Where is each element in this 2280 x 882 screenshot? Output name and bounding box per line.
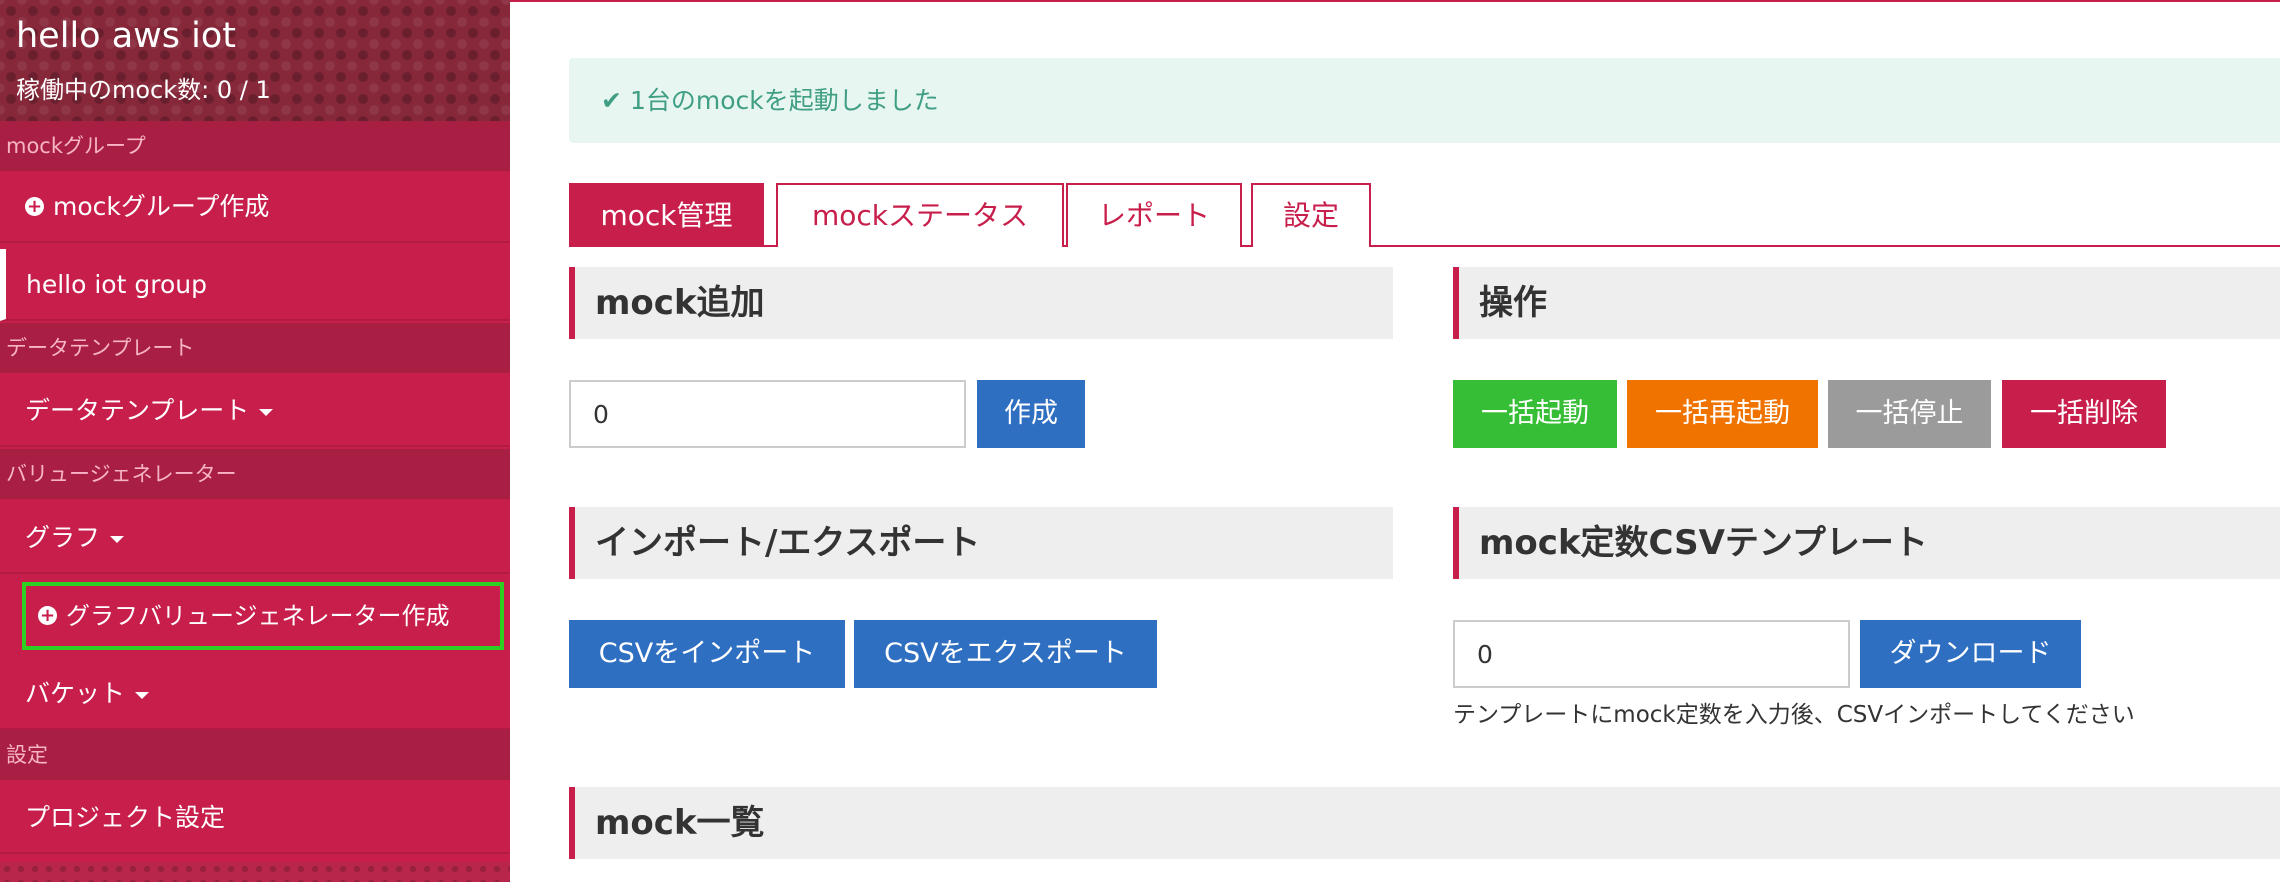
sidebar-item-hello-iot-group[interactable]: hello iot group (0, 249, 510, 321)
download-button[interactable]: ダウンロード (1860, 620, 2081, 688)
sidebar-item-label: mockグループ作成 (53, 192, 270, 221)
plus-circle-icon: + (25, 195, 44, 217)
sidebar-item-label: hello iot group (26, 270, 207, 299)
operations-heading: 操作 (1453, 267, 2280, 339)
sidebar-item-label: グラフバリュージェネレーター作成 (66, 602, 450, 630)
section-mock-group: mockグループ (0, 121, 510, 171)
caret-down-icon (135, 691, 150, 699)
stop-all-button[interactable]: 一括停止 (1828, 380, 1991, 448)
alert-message: 1台のmockを起動しました (629, 86, 939, 115)
caret-down-icon (259, 408, 274, 416)
csv-template-hint: テンプレートにmock定数を入力後、CSVインポートしてください (1453, 702, 2135, 728)
sidebar-item-create-graph-value-generator[interactable]: + グラフバリュージェネレーター作成 (22, 582, 504, 650)
app-title: hello aws iot (16, 16, 236, 56)
tab-mock-management[interactable]: mock管理 (569, 183, 764, 247)
running-mock-count: 稼働中のmock数: 0 / 1 (16, 76, 271, 104)
template-count-input[interactable] (1453, 620, 1850, 688)
section-value-generator: バリュージェネレーター (0, 449, 510, 499)
mock-add-heading: mock追加 (569, 267, 1393, 339)
restart-all-button[interactable]: 一括再起動 (1627, 380, 1818, 448)
tab-report[interactable]: レポート (1066, 183, 1242, 247)
sidebar-item-label: バケット (25, 679, 126, 708)
delete-all-button[interactable]: 一括削除 (2002, 380, 2166, 448)
plus-circle-icon: + (38, 604, 57, 626)
sidebar-header: hello aws iot 稼働中のmock数: 0 / 1 (0, 0, 510, 121)
top-border (510, 0, 2280, 2)
start-all-button[interactable]: 一括起動 (1453, 380, 1617, 448)
tab-mock-status[interactable]: mockステータス (776, 183, 1064, 247)
tab-settings[interactable]: 設定 (1251, 183, 1371, 247)
check-icon: ✔ (601, 86, 622, 115)
success-alert: ✔ 1台のmockを起動しました (569, 58, 2280, 143)
mock-count-input[interactable] (569, 380, 966, 448)
sidebar-item-data-template[interactable]: データテンプレート (0, 375, 510, 447)
section-data-template: データテンプレート (0, 323, 510, 373)
sidebar-item-label: データテンプレート (25, 396, 250, 425)
csv-import-button[interactable]: CSVをインポート (569, 620, 845, 688)
create-button[interactable]: 作成 (977, 380, 1085, 448)
sidebar: hello aws iot 稼働中のmock数: 0 / 1 mockグループ … (0, 0, 510, 882)
import-export-heading: インポート/エクスポート (569, 507, 1393, 579)
sidebar-item-create-mock-group[interactable]: + mockグループ作成 (0, 171, 510, 243)
caret-down-icon (110, 535, 125, 543)
sidebar-item-graph[interactable]: グラフ (0, 502, 510, 574)
sidebar-item-project-settings[interactable]: プロジェクト設定 (0, 782, 510, 854)
mock-list-heading: mock一覧 (569, 787, 2280, 859)
section-settings: 設定 (0, 730, 510, 780)
sidebar-item-label: グラフ (25, 523, 101, 552)
main-content: ✔ 1台のmockを起動しました mock管理 mockステータス レポート 設定… (510, 0, 2280, 882)
sidebar-footer (0, 862, 510, 882)
csv-export-button[interactable]: CSVをエクスポート (854, 620, 1157, 688)
sidebar-item-bucket[interactable]: バケット (0, 658, 510, 730)
sidebar-item-label: プロジェクト設定 (25, 803, 226, 832)
csv-template-heading: mock定数CSVテンプレート (1453, 507, 2280, 579)
